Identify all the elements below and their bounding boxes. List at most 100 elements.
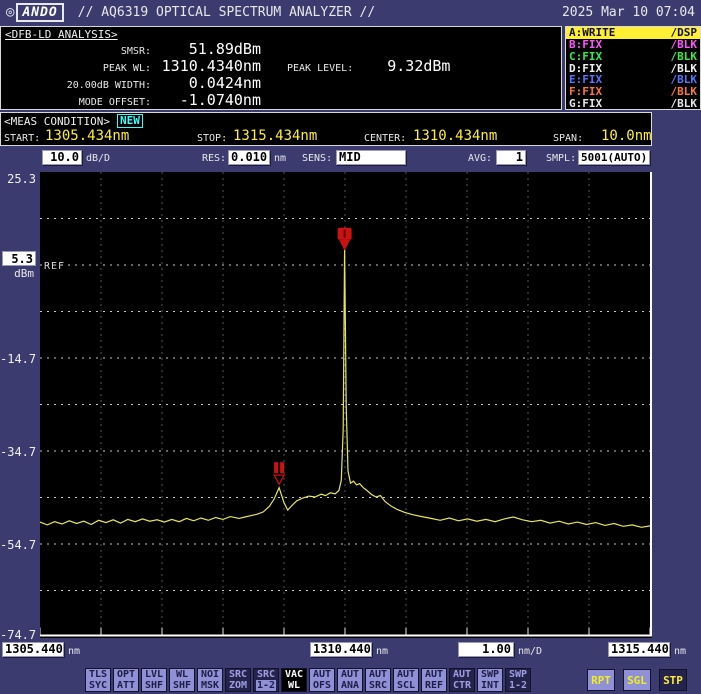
aut-ofs-button[interactable]: AUTOFS [309,668,335,692]
peak-wl-label: PEAK WL: [1,63,151,74]
single-sweep-button[interactable]: SGL [623,669,651,691]
ref-level-field[interactable]: 5.3 [2,251,36,266]
sensitivity-label: SENS: [302,153,332,164]
noi-msk-button[interactable]: NOIMSK [197,668,223,692]
trace-g-mode: /BLK [671,98,698,109]
trace-c-row[interactable]: C:FIX /BLK [566,50,700,62]
ref-line-label: REF [44,261,65,272]
wl-shf-button[interactable]: WLSHF [169,668,195,692]
repeat-sweep-button[interactable]: RPT [587,669,615,691]
stop-sweep-button[interactable]: STP [659,669,687,691]
peak-wl-value: 1310.4340nm [151,57,261,75]
src-zom-button[interactable]: SRCZOM [225,668,251,692]
trace-a-name: A:WRITE [569,27,615,38]
center-label: CENTER: [364,133,406,144]
peak-level-value: 9.32dBm [387,57,450,75]
trace-f-name: F:FIX [569,86,602,97]
x-center-field[interactable]: 1310.440 [310,642,372,657]
settings-row: 10.0 dB/D RES: 0.010 nm SENS: MID AVG: 1… [0,149,701,167]
x-center-unit: nm [376,646,388,657]
trace-b-name: B:FIX [569,39,602,50]
instrument-title: // AQ6319 OPTICAL SPECTRUM ANALYZER // [78,5,375,20]
resolution-unit: nm [274,153,286,164]
softkey-toolbar: TLSSYC OPTATT LVLSHF WLSHF NOIMSK SRCZOM… [0,667,701,693]
x-stop-unit: nm [674,646,686,657]
aut-ctr-button[interactable]: AUTCTR [449,668,475,692]
trace-g-name: G:FIX [569,98,602,109]
aut-src-button[interactable]: AUTSRC [365,668,391,692]
x-stop-field[interactable]: 1315.440 [608,642,670,657]
y-axis-labels: 25.3 5.3 dBm -14.7 -34.7 -54.7 -74.7 [0,172,38,642]
lvl-shf-button[interactable]: LVLSHF [141,668,167,692]
peak-level-readout: PEAK LEVEL: 9.32dBm [287,57,450,75]
opt-att-button[interactable]: OPTATT [113,668,139,692]
resolution-field[interactable]: 0.010 [228,150,270,165]
start-value[interactable]: 1305.434nm [45,128,129,144]
swp-int-button[interactable]: SWPINT [477,668,503,692]
sampling-label: SMPL: [546,153,576,164]
trace-status-panel: A:WRITE /DSP B:FIX /BLK C:FIX /BLK D:FIX… [565,26,701,110]
stop-value[interactable]: 1315.434nm [233,128,317,144]
analysis-results: SMSR: 51.89dBm PEAK WL: 1310.4340nm 20.0… [1,40,261,108]
src-1-2-button[interactable]: SRC1-2 [253,668,279,692]
trace-d-mode: /BLK [671,63,698,74]
aut-scl-button[interactable]: AUTSCL [393,668,419,692]
start-label: START: [4,133,40,144]
x-axis-labels: 1305.440 nm 1310.440 nm 1.00 nm/D 1315.4… [0,640,701,660]
average-field[interactable]: 1 [496,150,526,165]
x-scale-field[interactable]: 1.00 [458,642,514,657]
vac-wl-button[interactable]: VACWL [281,668,307,692]
trace-f-mode: /BLK [671,86,698,97]
spectrum-chart: REF [40,172,652,638]
trace-e-mode: /BLK [671,74,698,85]
smsr-label: SMSR: [1,46,151,57]
ando-logo: ANDO [16,3,63,22]
meas-condition-panel: <MEAS CONDITION> NEW START: 1305.434nm S… [0,112,652,146]
trace-d-name: D:FIX [569,63,602,74]
level-scale-unit: dB/D [86,153,110,164]
mode-offset-label: MODE OFFSET: [1,97,151,108]
trace-a-row[interactable]: A:WRITE /DSP [566,27,700,39]
sensitivity-field[interactable]: MID [336,150,406,165]
width-value: 0.0424nm [151,74,261,92]
y-label-3: -34.7 [0,445,36,459]
trace-e-name: E:FIX [569,74,602,85]
side-mode-marker [274,462,284,484]
x-start-unit: nm [68,646,80,657]
mode-offset-value: -1.0740nm [151,91,261,109]
span-label: SPAN: [553,133,583,144]
y-label-4: -54.7 [0,538,36,552]
trace-g-row[interactable]: G:FIX /BLK [566,97,700,109]
sampling-field[interactable]: 5001(AUTO) [578,150,650,165]
mode-offset-row: MODE OFFSET: -1.0740nm [1,91,261,108]
width-row: 20.00dB WIDTH: 0.0424nm [1,74,261,91]
datetime: 2025 Mar 10 07:04 [562,5,695,20]
span-value[interactable]: 10.0nm [601,128,652,144]
trace-d-row[interactable]: D:FIX /BLK [566,62,700,74]
y-label-2: -14.7 [0,352,36,366]
trace-c-mode: /BLK [671,51,698,62]
aut-ana-button[interactable]: AUTANA [337,668,363,692]
trace-e-row[interactable]: E:FIX /BLK [566,74,700,86]
center-value[interactable]: 1310.434nm [413,128,497,144]
trace-f-row[interactable]: F:FIX /BLK [566,86,700,98]
x-scale-unit: nm/D [518,646,542,657]
dfb-ld-analysis-panel: <DFB-LD ANALYSIS> SMSR: 51.89dBm PEAK WL… [0,26,562,110]
aut-ref-button[interactable]: AUTREF [421,668,447,692]
trace-a-mode: /DSP [671,27,698,38]
level-scale-field[interactable]: 10.0 [42,150,82,165]
peak-level-label: PEAK LEVEL: [287,63,353,74]
peak-wl-row: PEAK WL: 1310.4340nm [1,57,261,74]
trace-b-row[interactable]: B:FIX /BLK [566,39,700,51]
smsr-value: 51.89dBm [151,40,261,58]
average-label: AVG: [468,153,492,164]
spectrum-plot-area: REF [40,172,652,638]
x-start-field[interactable]: 1305.440 [2,642,64,657]
ref-level-unit: dBm [14,267,34,280]
tls-syc-button[interactable]: TLSSYC [85,668,111,692]
width-label: 20.00dB WIDTH: [1,80,151,91]
smsr-row: SMSR: 51.89dBm [1,40,261,57]
peak-marker [338,228,352,251]
swp-1-2-button[interactable]: SWP1-2 [505,668,531,692]
trace-b-mode: /BLK [671,39,698,50]
